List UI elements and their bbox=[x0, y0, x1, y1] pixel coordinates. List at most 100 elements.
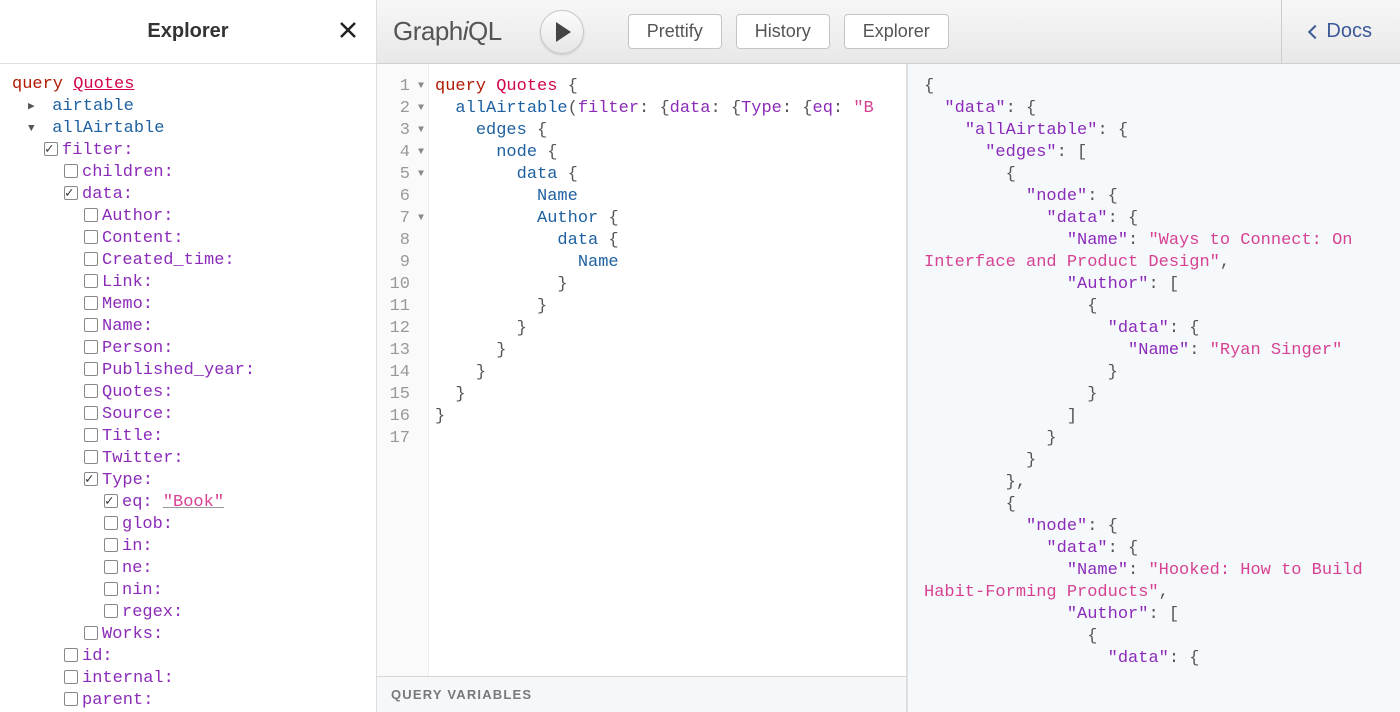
field-label: Type: bbox=[102, 471, 153, 490]
code-lines[interactable]: query Quotes { allAirtable(filter: {data… bbox=[429, 64, 906, 676]
tree-item-airtable[interactable]: ▶ airtable bbox=[12, 96, 364, 118]
checkbox-icon[interactable] bbox=[104, 582, 118, 596]
checkbox-icon[interactable] bbox=[84, 252, 98, 266]
field-label: Created_time: bbox=[102, 251, 235, 270]
tree-item-field[interactable]: Quotes: bbox=[12, 382, 364, 404]
query-header[interactable]: query Quotes bbox=[12, 74, 364, 96]
history-button[interactable]: History bbox=[736, 14, 830, 49]
tree-item-field[interactable]: Name: bbox=[12, 316, 364, 338]
tree-item-allairtable[interactable]: ▼ allAirtable bbox=[12, 118, 364, 140]
content-split: 1▼2▼3▼4▼5▼67▼891011121314151617 query Qu… bbox=[377, 64, 1400, 712]
checkbox-icon[interactable] bbox=[104, 538, 118, 552]
checkbox-icon[interactable] bbox=[84, 384, 98, 398]
checkbox-icon[interactable] bbox=[84, 340, 98, 354]
code-line: edges { bbox=[435, 120, 906, 142]
checkbox-icon[interactable] bbox=[64, 648, 78, 662]
checkbox-icon[interactable] bbox=[64, 692, 78, 706]
tree-item-filter[interactable]: filter: bbox=[12, 140, 364, 162]
checkbox-icon[interactable] bbox=[84, 318, 98, 332]
execute-button[interactable] bbox=[540, 10, 584, 54]
checkbox-icon[interactable] bbox=[84, 428, 98, 442]
tree-item-field[interactable]: Twitter: bbox=[12, 448, 364, 470]
fold-arrow-icon[interactable]: ▼ bbox=[410, 76, 424, 98]
tree-item-field[interactable]: Published_year: bbox=[12, 360, 364, 382]
tree-item-field[interactable]: Content: bbox=[12, 228, 364, 250]
tree-item-works[interactable]: Works: bbox=[12, 624, 364, 646]
expanded-arrow-icon[interactable]: ▼ bbox=[28, 118, 42, 140]
tree-item-children[interactable]: children: bbox=[12, 162, 364, 184]
explorer-panel: Explorer query Quotes ▶ airtable ▼ allAi… bbox=[0, 0, 377, 712]
checkbox-icon[interactable] bbox=[84, 274, 98, 288]
tree-item-glob[interactable]: glob: bbox=[12, 514, 364, 536]
tree-item-internal[interactable]: internal: bbox=[12, 668, 364, 690]
code-line: "node": { bbox=[916, 516, 1400, 538]
tree-item-field[interactable]: Person: bbox=[12, 338, 364, 360]
code-line: { bbox=[916, 164, 1400, 186]
code-line: Author { bbox=[435, 208, 906, 230]
checkbox-icon[interactable] bbox=[64, 670, 78, 684]
checkbox-icon[interactable] bbox=[104, 560, 118, 574]
code-line: } bbox=[916, 362, 1400, 384]
fold-arrow-icon[interactable]: ▼ bbox=[410, 164, 424, 186]
code-line: Habit-Forming Products", bbox=[916, 582, 1400, 604]
checkbox-icon[interactable] bbox=[84, 230, 98, 244]
checkbox-checked-icon[interactable] bbox=[64, 186, 78, 200]
tree-item-field[interactable]: Link: bbox=[12, 272, 364, 294]
tree-item-field[interactable]: Type: bbox=[12, 470, 364, 492]
tree-item-in[interactable]: in: bbox=[12, 536, 364, 558]
tree-item-field[interactable]: Title: bbox=[12, 426, 364, 448]
prettify-button[interactable]: Prettify bbox=[628, 14, 722, 49]
tree-item-ne[interactable]: ne: bbox=[12, 558, 364, 580]
checkbox-icon[interactable] bbox=[84, 208, 98, 222]
tree-item-parent[interactable]: parent: bbox=[12, 690, 364, 712]
checkbox-checked-icon[interactable] bbox=[104, 494, 118, 508]
tree-item-field[interactable]: Created_time: bbox=[12, 250, 364, 272]
tree-item-nin[interactable]: nin: bbox=[12, 580, 364, 602]
collapsed-arrow-icon[interactable]: ▶ bbox=[28, 96, 42, 118]
play-icon bbox=[556, 22, 571, 42]
field-label: Twitter: bbox=[102, 449, 184, 468]
checkbox-icon[interactable] bbox=[84, 362, 98, 376]
tree-item-eq[interactable]: eq: "Book" bbox=[12, 492, 364, 514]
docs-button[interactable]: Docs bbox=[1281, 0, 1384, 63]
editor-body[interactable]: 1▼2▼3▼4▼5▼67▼891011121314151617 query Qu… bbox=[377, 64, 906, 676]
code-line: "Name": "Ways to Connect: On bbox=[916, 230, 1400, 252]
operation-name[interactable]: Quotes bbox=[73, 75, 134, 94]
tree-item-field[interactable]: Memo: bbox=[12, 294, 364, 316]
fold-arrow-icon[interactable]: ▼ bbox=[410, 208, 424, 230]
tree-item-id[interactable]: id: bbox=[12, 646, 364, 668]
checkbox-icon[interactable] bbox=[104, 516, 118, 530]
code-line: "data": { bbox=[916, 208, 1400, 230]
fold-arrow-icon[interactable]: ▼ bbox=[410, 98, 424, 120]
checkbox-icon[interactable] bbox=[104, 604, 118, 618]
checkbox-icon[interactable] bbox=[64, 164, 78, 178]
explorer-button[interactable]: Explorer bbox=[844, 14, 949, 49]
tree-item-data[interactable]: data: bbox=[12, 184, 364, 206]
checkbox-icon[interactable] bbox=[84, 296, 98, 310]
code-line: Interface and Product Design", bbox=[916, 252, 1400, 274]
close-icon[interactable] bbox=[338, 20, 358, 44]
fold-arrow-icon[interactable]: ▼ bbox=[410, 120, 424, 142]
code-line: "data": { bbox=[916, 538, 1400, 560]
code-line: "Author": [ bbox=[916, 274, 1400, 296]
checkbox-icon[interactable] bbox=[84, 450, 98, 464]
field-label: Author: bbox=[102, 207, 173, 226]
eq-value[interactable]: "Book" bbox=[163, 493, 224, 512]
checkbox-checked-icon[interactable] bbox=[44, 142, 58, 156]
code-line: { bbox=[916, 494, 1400, 516]
explorer-tree[interactable]: query Quotes ▶ airtable ▼ allAirtable fi… bbox=[0, 64, 376, 712]
code-line: { bbox=[916, 76, 1400, 98]
code-line: data { bbox=[435, 230, 906, 252]
result-viewer[interactable]: { "data": { "allAirtable": { "edges": [ … bbox=[907, 64, 1400, 712]
code-line: "Author": [ bbox=[916, 604, 1400, 626]
checkbox-checked-icon[interactable] bbox=[84, 472, 98, 486]
tree-item-field[interactable]: Author: bbox=[12, 206, 364, 228]
checkbox-icon[interactable] bbox=[84, 626, 98, 640]
code-line: "data": { bbox=[916, 648, 1400, 670]
checkbox-icon[interactable] bbox=[84, 406, 98, 420]
code-line: } bbox=[435, 406, 906, 428]
tree-item-regex[interactable]: regex: bbox=[12, 602, 364, 624]
query-variables-bar[interactable]: QUERY VARIABLES bbox=[377, 676, 906, 712]
tree-item-field[interactable]: Source: bbox=[12, 404, 364, 426]
fold-arrow-icon[interactable]: ▼ bbox=[410, 142, 424, 164]
